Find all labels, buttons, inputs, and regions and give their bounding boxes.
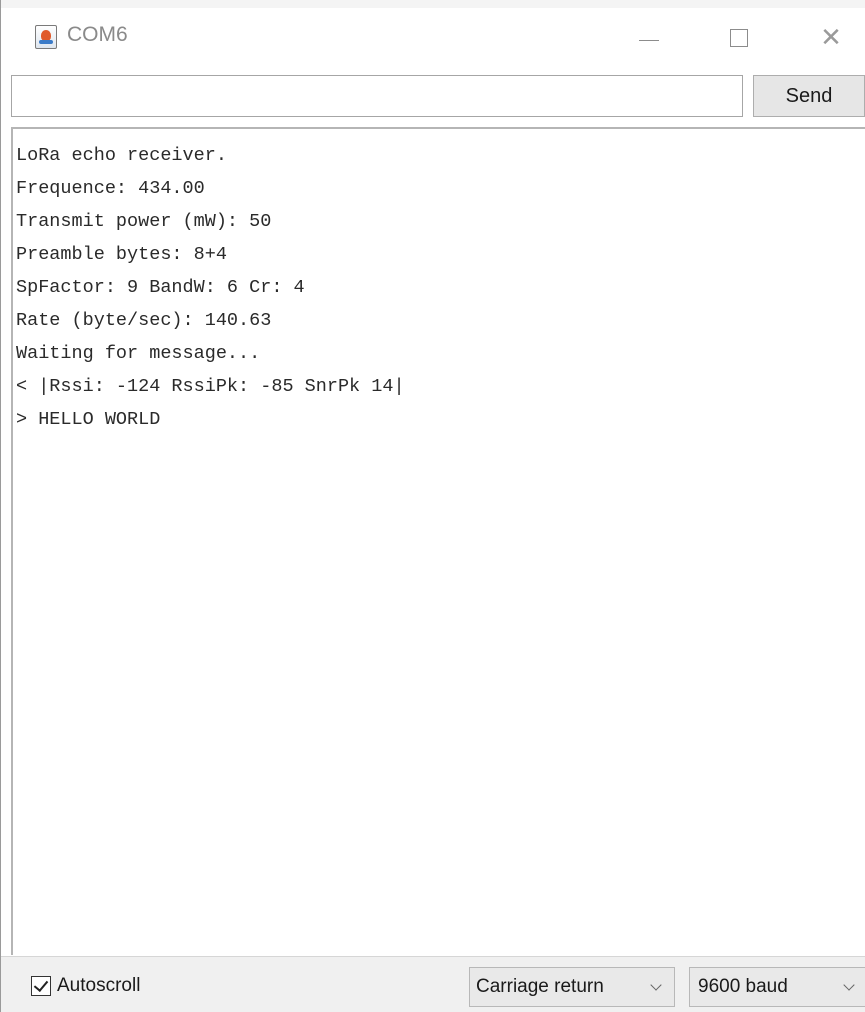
autoscroll-label: Autoscroll xyxy=(57,975,141,996)
autoscroll-toggle[interactable]: Autoscroll xyxy=(31,975,140,997)
output-line: SpFactor: 9 BandW: 6 Cr: 4 xyxy=(16,277,305,298)
chevron-down-icon xyxy=(843,979,855,991)
close-icon: ✕ xyxy=(820,23,842,53)
send-bar: Send xyxy=(1,70,865,126)
minimize-button[interactable] xyxy=(619,8,679,68)
serial-send-input[interactable] xyxy=(11,75,743,117)
baud-rate-value: 9600 baud xyxy=(698,976,788,997)
status-bar: Autoscroll Carriage return 9600 baud xyxy=(1,956,865,1012)
maximize-icon xyxy=(730,29,748,47)
minimize-icon xyxy=(639,39,659,41)
serial-output-area[interactable]: LoRa echo receiver. Frequence: 434.00 Tran… xyxy=(11,127,865,955)
java-app-icon xyxy=(35,25,57,49)
output-line: LoRa echo receiver. xyxy=(16,145,227,166)
send-button[interactable]: Send xyxy=(753,75,865,117)
output-line: Frequence: 434.00 xyxy=(16,178,205,199)
close-button[interactable]: ✕ xyxy=(801,8,861,68)
background-app-strip xyxy=(1,0,865,8)
line-ending-select[interactable]: Carriage return xyxy=(469,967,675,1007)
baud-rate-select[interactable]: 9600 baud xyxy=(689,967,865,1007)
autoscroll-checkbox[interactable] xyxy=(31,976,51,996)
output-line: Transmit power (mW): 50 xyxy=(16,211,272,232)
title-bar[interactable]: COM6 ✕ xyxy=(1,8,865,70)
serial-monitor-window: COM6 ✕ Send LoRa echo receiver. Frequence… xyxy=(0,0,865,1012)
line-ending-value: Carriage return xyxy=(476,976,604,997)
output-line: Preamble bytes: 8+4 xyxy=(16,244,227,265)
output-line: Rate (byte/sec): 140.63 xyxy=(16,310,272,331)
maximize-button[interactable] xyxy=(709,8,769,68)
output-line: > HELLO WORLD xyxy=(16,409,161,430)
window-title: COM6 xyxy=(67,23,128,46)
chevron-down-icon xyxy=(650,979,662,991)
output-line: < |Rssi: -124 RssiPk: -85 SnrPk 14| xyxy=(16,376,405,397)
output-line: Waiting for message... xyxy=(16,343,261,364)
